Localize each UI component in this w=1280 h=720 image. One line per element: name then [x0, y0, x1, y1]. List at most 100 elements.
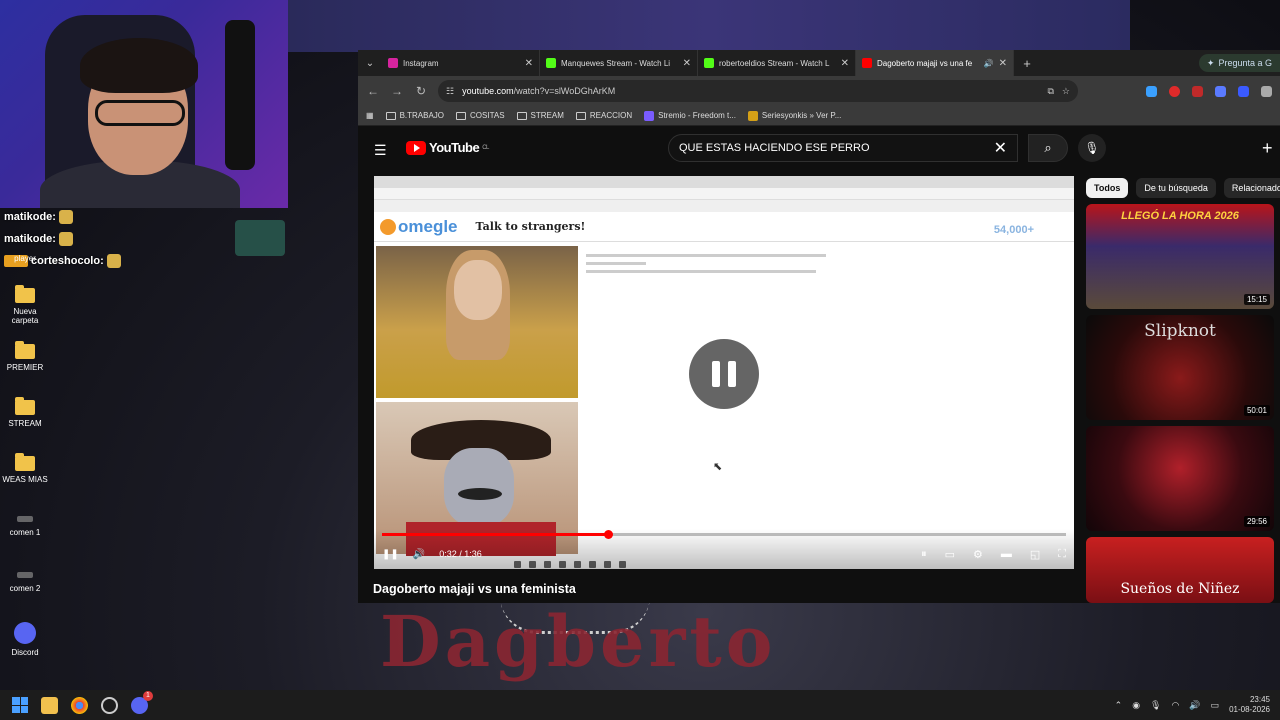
chip-from-search[interactable]: De tu búsqueda — [1136, 178, 1216, 198]
bookmark-label: COSITAS — [470, 111, 505, 120]
theater-mode-icon[interactable]: ▬ — [1001, 548, 1012, 561]
tab-instagram[interactable]: Instagram ✕ — [382, 50, 540, 76]
battery-icon[interactable]: ▭ — [1211, 700, 1220, 711]
bookmark-link[interactable]: Seriesyonkis » Ver P... — [747, 110, 841, 121]
volume-tray-icon[interactable]: 🔊 — [1189, 700, 1200, 711]
new-tab-button[interactable]: + — [1014, 56, 1040, 71]
desktop-icon-comen-2[interactable]: comen 2 — [0, 572, 50, 593]
thumbnail-text: Sueños de Niñez — [1120, 581, 1240, 597]
instagram-icon — [388, 58, 398, 68]
omegle-tagline: Talk to strangers! — [475, 220, 586, 233]
forward-icon[interactable]: → — [390, 84, 404, 98]
recommendation-thumbnail[interactable]: 29:56 — [1086, 426, 1274, 531]
bookmark-folder[interactable]: COSITAS — [456, 111, 505, 120]
autoplay-icon[interactable]: ⏸ — [921, 548, 927, 561]
network-icon[interactable]: ◠ — [1171, 700, 1179, 711]
extension-icon[interactable] — [1169, 85, 1180, 97]
folder-icon — [456, 111, 467, 120]
site-info-icon[interactable]: ☷ — [446, 86, 454, 97]
apps-grid-icon[interactable]: ▦ — [366, 111, 374, 120]
tab-youtube-active[interactable]: Dagoberto majaji vs una fe 🔊 ✕ — [856, 50, 1014, 76]
clear-search-icon[interactable]: ✕ — [994, 138, 1007, 158]
recommendation-thumbnail[interactable]: LLEGÓ LA HORA 2026 15:15 — [1086, 204, 1274, 309]
desktop-widget — [235, 220, 285, 256]
time-display: 0:32 / 1:36 — [439, 549, 482, 559]
youtube-page: ☰ YouTube CL QUE ESTAS HACIENDO ESE PERR… — [358, 126, 1280, 603]
search-input[interactable]: QUE ESTAS HACIENDO ESE PERRO ✕ — [668, 134, 1018, 162]
desktop-icon-discord[interactable]: Discord — [0, 622, 50, 657]
mic-icon: 🎙 — [1084, 141, 1100, 155]
close-icon[interactable]: ✕ — [525, 58, 533, 69]
microphone-tray-icon[interactable]: 🎙 — [1150, 700, 1161, 711]
url-field[interactable]: ☷ youtube.com/watch?v=slWoDGhArKM ⧉ ☆ — [438, 80, 1078, 102]
desktop-icon-stream[interactable]: STREAM — [0, 397, 50, 428]
extension-icon[interactable] — [1215, 85, 1226, 97]
chrome-icon[interactable] — [71, 696, 88, 714]
subtitles-icon[interactable]: ▭ — [945, 548, 955, 561]
menu-icon[interactable]: ☰ — [374, 142, 387, 159]
bookmark-folder[interactable]: REACCION — [575, 111, 632, 120]
install-icon[interactable]: ⧉ — [1047, 86, 1053, 97]
extensions-puzzle-icon[interactable] — [1261, 85, 1272, 97]
video-player[interactable]: omegle Talk to strangers! 54,000+ ⬉ ❚❚ 🔊… — [374, 176, 1074, 569]
close-icon[interactable]: ✕ — [683, 58, 691, 69]
tab-robertoeldios[interactable]: robertoeldios Stream - Watch L ✕ — [698, 50, 856, 76]
obs-icon[interactable] — [101, 696, 118, 714]
tab-manquewes[interactable]: Manquewes Stream - Watch Li ✕ — [540, 50, 698, 76]
duration: 1:36 — [464, 549, 482, 559]
extension-icon[interactable] — [1146, 85, 1157, 97]
desktop-icon-label: player — [14, 254, 36, 263]
volume-icon[interactable]: 🔊 — [413, 549, 425, 560]
chip-related[interactable]: Relacionado — [1223, 178, 1280, 198]
reload-icon[interactable]: ↻ — [414, 84, 428, 98]
desktop-icon-label: PREMIER — [6, 363, 44, 372]
file-explorer-icon[interactable] — [41, 696, 58, 714]
fullscreen-icon[interactable]: ⛶ — [1058, 548, 1066, 561]
bookmark-star-icon[interactable]: ☆ — [1062, 86, 1070, 97]
tab-search-icon[interactable]: ⌄ — [358, 58, 382, 69]
streamer-hair — [80, 38, 198, 93]
extension-icon[interactable] — [1192, 85, 1203, 97]
speaker-icon[interactable]: 🔊 — [984, 59, 994, 68]
close-icon[interactable]: ✕ — [841, 58, 849, 69]
chip-all[interactable]: Todos — [1086, 178, 1129, 198]
system-tray: ⌃ ◉ 🎙 ◠ 🔊 ▭ 23:45 01-08-2026 — [1115, 690, 1270, 720]
desktop-icon-premier[interactable]: PREMIER — [0, 341, 50, 372]
discord-taskbar-icon[interactable]: 1 — [131, 690, 153, 714]
progress-bar[interactable] — [382, 530, 1066, 539]
video-duration: 29:56 — [1243, 516, 1270, 527]
gemini-button[interactable]: ✦ Pregunta a G — [1198, 54, 1280, 72]
video-duration: 50:01 — [1243, 405, 1270, 416]
close-icon[interactable]: ✕ — [999, 58, 1007, 69]
cast-icon[interactable]: ◱ — [1030, 548, 1040, 561]
gamepad-icon[interactable]: ◉ — [1132, 700, 1140, 711]
create-button[interactable]: + — [1262, 138, 1273, 159]
pause-overlay-icon[interactable] — [689, 339, 759, 409]
scrubber-handle[interactable] — [603, 530, 613, 539]
voice-search-button[interactable]: 🎙 — [1078, 134, 1106, 162]
recommendation-thumbnail[interactable]: Sueños de Niñez — [1086, 537, 1274, 603]
back-icon[interactable]: ← — [366, 84, 380, 98]
bookmark-folder[interactable]: B.TRABAJO — [385, 111, 444, 120]
gemini-icon: ✦ — [1206, 57, 1215, 68]
desktop-icon-comen-1[interactable]: comen 1 — [0, 516, 50, 537]
desktop-icon-player[interactable]: player — [0, 254, 50, 263]
desktop-icon-nueva-carpeta[interactable]: Nueva carpeta — [0, 285, 50, 325]
clock[interactable]: 23:45 01-08-2026 — [1229, 695, 1270, 715]
gemini-label: Pregunta a G — [1218, 58, 1272, 68]
bookmark-folder[interactable]: STREAM — [516, 111, 564, 120]
desktop-icon-weas-mias[interactable]: WEAS MIAS — [0, 453, 50, 484]
bookmark-link[interactable]: Stremio - Freedom t... — [644, 110, 736, 121]
bookmark-label: STREAM — [530, 111, 564, 120]
background-banner — [288, 0, 1130, 52]
windows-start-icon[interactable] — [12, 697, 28, 713]
chevron-up-icon[interactable]: ⌃ — [1115, 700, 1123, 711]
pause-icon[interactable]: ❚❚ — [382, 549, 399, 560]
search-button[interactable]: ⌕ — [1028, 134, 1068, 162]
settings-gear-icon[interactable]: ⚙ — [973, 548, 983, 561]
omegle-online-count: 54,000+ — [993, 224, 1034, 236]
recommendation-thumbnail[interactable]: Slipknot 50:01 — [1086, 315, 1274, 420]
youtube-logo[interactable]: YouTube CL — [406, 140, 489, 155]
extension-icon[interactable] — [1238, 85, 1249, 97]
desktop-icon-label: Nueva carpeta — [11, 307, 39, 325]
